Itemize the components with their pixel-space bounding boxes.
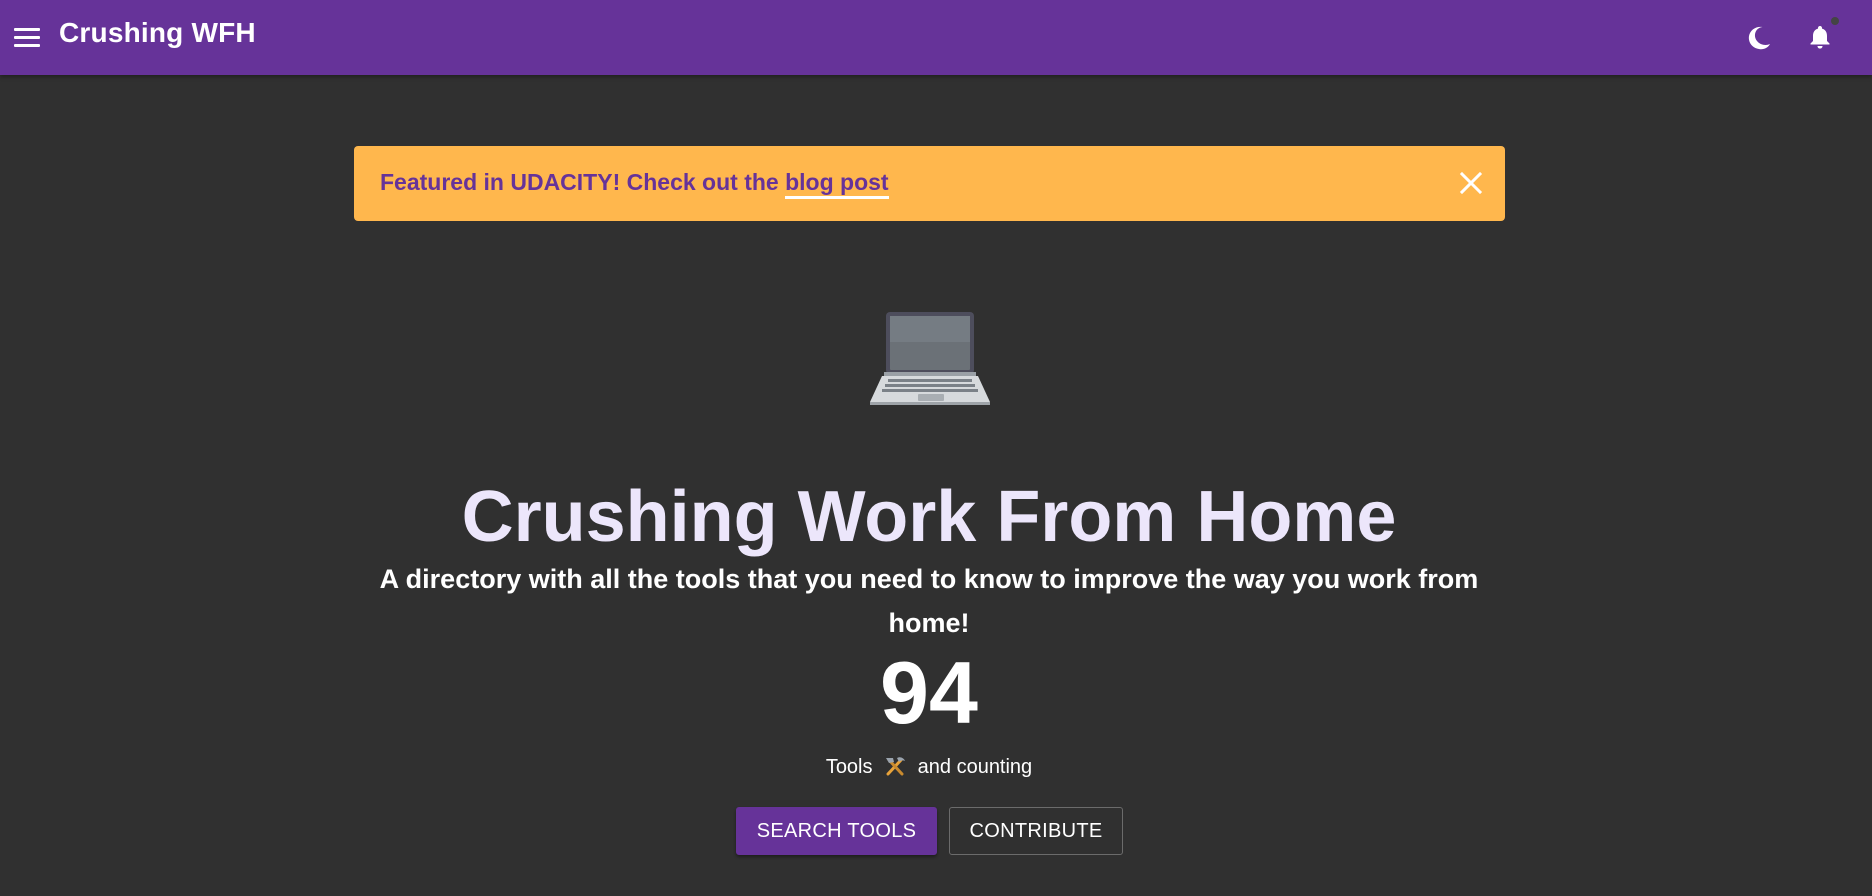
tool-count-suffix: and counting: [917, 756, 1033, 778]
close-icon[interactable]: [1456, 168, 1486, 198]
app-bar: Crushing WFH: [0, 0, 1872, 75]
hammer-and-pick-icon: [884, 755, 906, 777]
notification-badge: [1831, 17, 1839, 25]
search-tools-button[interactable]: SEARCH TOOLS: [736, 807, 937, 855]
menu-icon[interactable]: [10, 20, 44, 54]
banner-text: Featured in UDACITY! Check out the: [380, 169, 786, 195]
featured-banner: Featured in UDACITY! Check out the blog …: [354, 146, 1505, 221]
page-subtitle: A directory with all the tools that you …: [379, 564, 1479, 638]
tool-count-caption: Tools and counting: [0, 755, 1858, 779]
laptop-icon: [868, 306, 992, 406]
app-title[interactable]: Crushing WFH: [59, 17, 256, 49]
moon-icon[interactable]: [1742, 19, 1778, 55]
tool-count-prefix: Tools: [825, 756, 873, 778]
banner-message: Featured in UDACITY! Check out the blog …: [380, 169, 889, 199]
page-title: Crushing Work From Home: [461, 477, 1397, 558]
tool-count: 94: [880, 643, 978, 742]
blog-post-link[interactable]: blog post: [785, 169, 889, 199]
contribute-button[interactable]: CONTRIBUTE: [949, 807, 1123, 855]
